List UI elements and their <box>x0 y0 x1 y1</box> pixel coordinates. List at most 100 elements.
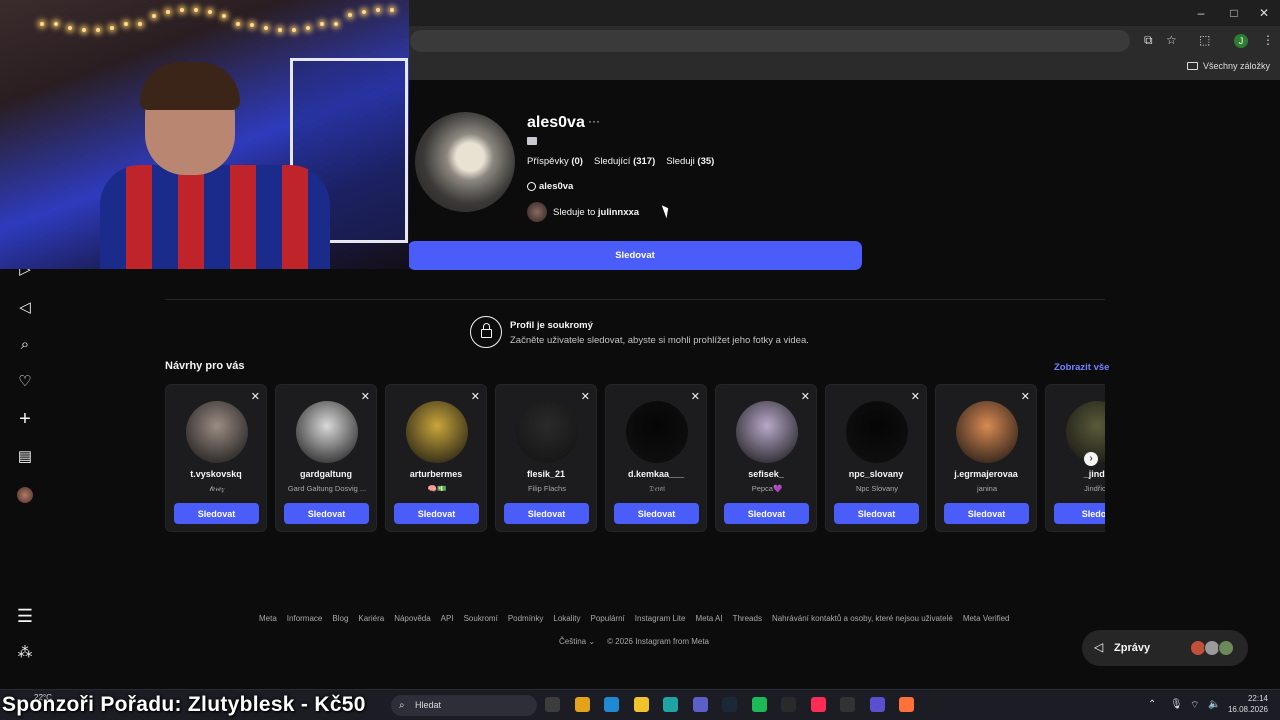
extensions-icon[interactable]: ⬚ <box>1199 33 1210 47</box>
dismiss-icon[interactable]: ✕ <box>1021 390 1030 403</box>
taskbar-app-icon[interactable] <box>899 697 914 712</box>
clock[interactable]: 22:14 16.08.2026 <box>1228 693 1268 715</box>
volume-icon[interactable]: 🔈 <box>1208 699 1220 710</box>
suggestion-card[interactable]: ✕ t.vyskovskq 𝓉𝑒𝓇𝑒𝓏 Sledovat <box>165 384 267 532</box>
suggestion-follow-button[interactable]: Sledovat <box>834 503 919 524</box>
taskbar-app-icon[interactable] <box>840 697 855 712</box>
footer-link[interactable]: Lokality <box>553 614 580 623</box>
dismiss-icon[interactable]: ✕ <box>361 390 370 403</box>
wifi-icon[interactable]: ⌔ <box>1190 699 1199 712</box>
suggestion-avatar[interactable] <box>406 401 468 463</box>
following-stat[interactable]: Sleduji (35) <box>666 156 714 167</box>
all-bookmarks-button[interactable]: Všechny záložky <box>1186 61 1270 71</box>
suggestion-avatar[interactable] <box>736 401 798 463</box>
suggestion-username[interactable]: gardgaltung <box>276 469 376 479</box>
insights-icon[interactable]: ▤ <box>16 448 34 466</box>
messages-button[interactable]: ◁ Zprávy <box>1082 630 1248 666</box>
tray-chevron-icon[interactable]: ⌃ <box>1148 699 1156 710</box>
suggestion-avatar[interactable] <box>956 401 1018 463</box>
suggestion-avatar[interactable] <box>626 401 688 463</box>
close-window-button[interactable]: ✕ <box>1257 6 1271 20</box>
suggestion-username[interactable]: npc_slovany <box>826 469 926 479</box>
taskbar-app-icon[interactable] <box>633 697 649 712</box>
footer-link[interactable]: API <box>441 614 454 623</box>
followers-stat[interactable]: Sledující (317) <box>594 156 655 167</box>
taskbar-app-icon[interactable] <box>663 697 678 712</box>
suggestion-follow-button[interactable]: Sledov <box>1054 503 1105 524</box>
dismiss-icon[interactable]: ✕ <box>911 390 920 403</box>
dismiss-icon[interactable]: ✕ <box>471 390 480 403</box>
footer-link[interactable]: Instagram Lite <box>635 614 686 623</box>
taskbar-app-icon[interactable] <box>574 697 590 712</box>
suggestion-card[interactable]: ✕ flesik_21 Filip Flachs Sledovat <box>495 384 597 532</box>
suggestion-follow-button[interactable]: Sledovat <box>284 503 369 524</box>
maximize-button[interactable]: □ <box>1227 6 1241 20</box>
see-all-link[interactable]: Zobrazit vše <box>1054 362 1109 373</box>
suggestion-avatar[interactable] <box>846 401 908 463</box>
footer-link[interactable]: Informace <box>287 614 323 623</box>
followed-by[interactable]: Sleduje to julinnxxa <box>527 202 639 222</box>
footer-link[interactable]: Nahrávání kontaktů a osoby, které nejsou… <box>772 614 953 623</box>
suggestion-card[interactable]: ✕ gardgaltung Gard Galtung Dosvig ... Sledo… <box>275 384 377 532</box>
bookmark-star-icon[interactable]: ☆ <box>1166 33 1177 47</box>
taskbar-app-icon[interactable] <box>810 697 826 712</box>
follow-button[interactable]: Sledovat <box>408 241 862 270</box>
profile-avatar[interactable]: J <box>1234 34 1248 48</box>
footer-link[interactable]: Blog <box>332 614 348 623</box>
footer-link[interactable]: Nápověda <box>394 614 430 623</box>
menu-icon[interactable]: ☰ <box>16 607 34 625</box>
footer-link[interactable]: Populární <box>591 614 625 623</box>
suggestion-follow-button[interactable]: Sledovat <box>944 503 1029 524</box>
minimize-button[interactable]: – <box>1194 6 1208 20</box>
taskbar-app-icon[interactable] <box>604 697 619 712</box>
profile-picture[interactable] <box>415 112 515 212</box>
heart-icon[interactable]: ♡ <box>16 373 34 391</box>
footer-link[interactable]: Threads <box>733 614 762 623</box>
dismiss-icon[interactable]: ✕ <box>801 390 810 403</box>
mic-icon[interactable]: 🎙 <box>1170 699 1183 710</box>
suggestion-follow-button[interactable]: Sledovat <box>614 503 699 524</box>
footer-link[interactable]: Podmínky <box>508 614 544 623</box>
taskbar-app-icon[interactable] <box>722 697 737 712</box>
send-icon[interactable]: ◁ <box>16 299 34 317</box>
language-select[interactable]: Čeština ⌄ <box>559 637 595 646</box>
footer-link[interactable]: Kariéra <box>358 614 384 623</box>
taskbar-app-icon[interactable] <box>869 697 885 712</box>
suggestion-username[interactable]: _jindr <box>1046 469 1105 479</box>
taskbar-app-icon[interactable] <box>751 697 767 712</box>
address-bar[interactable] <box>410 30 1130 52</box>
suggestion-follow-button[interactable]: Sledovat <box>504 503 589 524</box>
suggestion-follow-button[interactable]: Sledovat <box>724 503 809 524</box>
footer-link[interactable]: Meta AI <box>695 614 722 623</box>
suggestion-follow-button[interactable]: Sledovat <box>394 503 479 524</box>
suggestion-avatar[interactable] <box>516 401 578 463</box>
suggestion-follow-button[interactable]: Sledovat <box>174 503 259 524</box>
sidebar-profile-avatar[interactable] <box>17 487 33 503</box>
suggestion-card[interactable]: ✕ d.kemkaa___ 𝔇𝔢𝔪𝔦 Sledovat <box>605 384 707 532</box>
suggestion-avatar[interactable] <box>296 401 358 463</box>
suggestion-username[interactable]: t.vyskovskq <box>166 469 266 479</box>
threads-link[interactable]: ales0va <box>527 181 573 192</box>
footer-link[interactable]: Soukromí <box>464 614 498 623</box>
footer-link[interactable]: Meta Verified <box>963 614 1010 623</box>
carousel-next-icon[interactable]: › <box>1084 452 1098 466</box>
apps-icon[interactable]: ⁂ <box>16 644 34 662</box>
suggestion-username[interactable]: sefisek_ <box>716 469 816 479</box>
suggestion-username[interactable]: flesik_21 <box>496 469 596 479</box>
suggestion-username[interactable]: j.egrmajerovaa <box>936 469 1036 479</box>
install-app-icon[interactable]: ⧉ <box>1144 33 1153 48</box>
more-options-button[interactable]: ··· <box>588 114 600 128</box>
suggestion-avatar[interactable] <box>186 401 248 463</box>
dismiss-icon[interactable]: ✕ <box>581 390 590 403</box>
footer-link[interactable]: Meta <box>259 614 277 623</box>
suggestion-username[interactable]: d.kemkaa___ <box>606 469 706 479</box>
plus-icon[interactable]: + <box>16 409 34 429</box>
taskbar-app-icon[interactable] <box>545 697 560 712</box>
dismiss-icon[interactable]: ✕ <box>691 390 700 403</box>
search-icon[interactable]: ⌕ <box>16 336 34 354</box>
suggestion-card[interactable]: ✕ j.egrmajerovaa janina Sledovat <box>935 384 1037 532</box>
suggestion-card[interactable]: ✕ npc_slovany Npc Slovany Sledovat <box>825 384 927 532</box>
suggestion-card[interactable]: ✕ sefisek_ Pepca💜 Sledovat <box>715 384 817 532</box>
taskbar-app-icon[interactable] <box>781 697 796 712</box>
dismiss-icon[interactable]: ✕ <box>251 390 260 403</box>
